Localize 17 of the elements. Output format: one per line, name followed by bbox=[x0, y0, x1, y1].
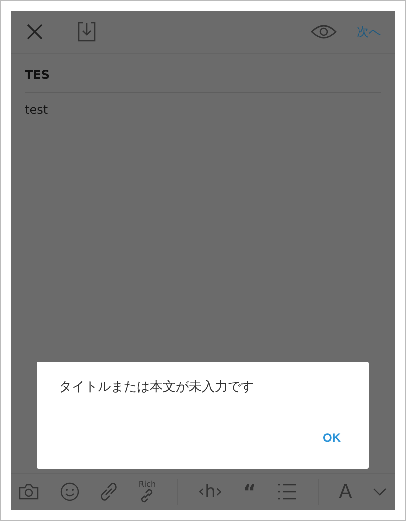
download-icon[interactable] bbox=[77, 21, 97, 43]
dialog-message: タイトルまたは本文が未入力です bbox=[59, 379, 255, 396]
quote-button[interactable]: “ bbox=[243, 482, 256, 502]
eye-icon[interactable] bbox=[311, 24, 337, 40]
list-icon[interactable] bbox=[277, 483, 298, 501]
heading-button[interactable]: ‹h› bbox=[198, 482, 223, 502]
camera-icon[interactable] bbox=[19, 484, 39, 500]
note-body[interactable]: test bbox=[25, 93, 381, 127]
next-button[interactable]: 次へ bbox=[357, 24, 381, 40]
font-button[interactable]: A bbox=[339, 481, 352, 503]
chevron-down-icon[interactable] bbox=[372, 488, 387, 496]
rich-link-button[interactable]: Rich bbox=[138, 481, 156, 503]
note-title[interactable]: TES bbox=[25, 54, 381, 93]
smiley-icon[interactable] bbox=[60, 482, 80, 502]
link-icon[interactable] bbox=[100, 482, 118, 502]
ok-button[interactable]: OK bbox=[317, 428, 347, 446]
close-icon[interactable] bbox=[25, 22, 45, 42]
